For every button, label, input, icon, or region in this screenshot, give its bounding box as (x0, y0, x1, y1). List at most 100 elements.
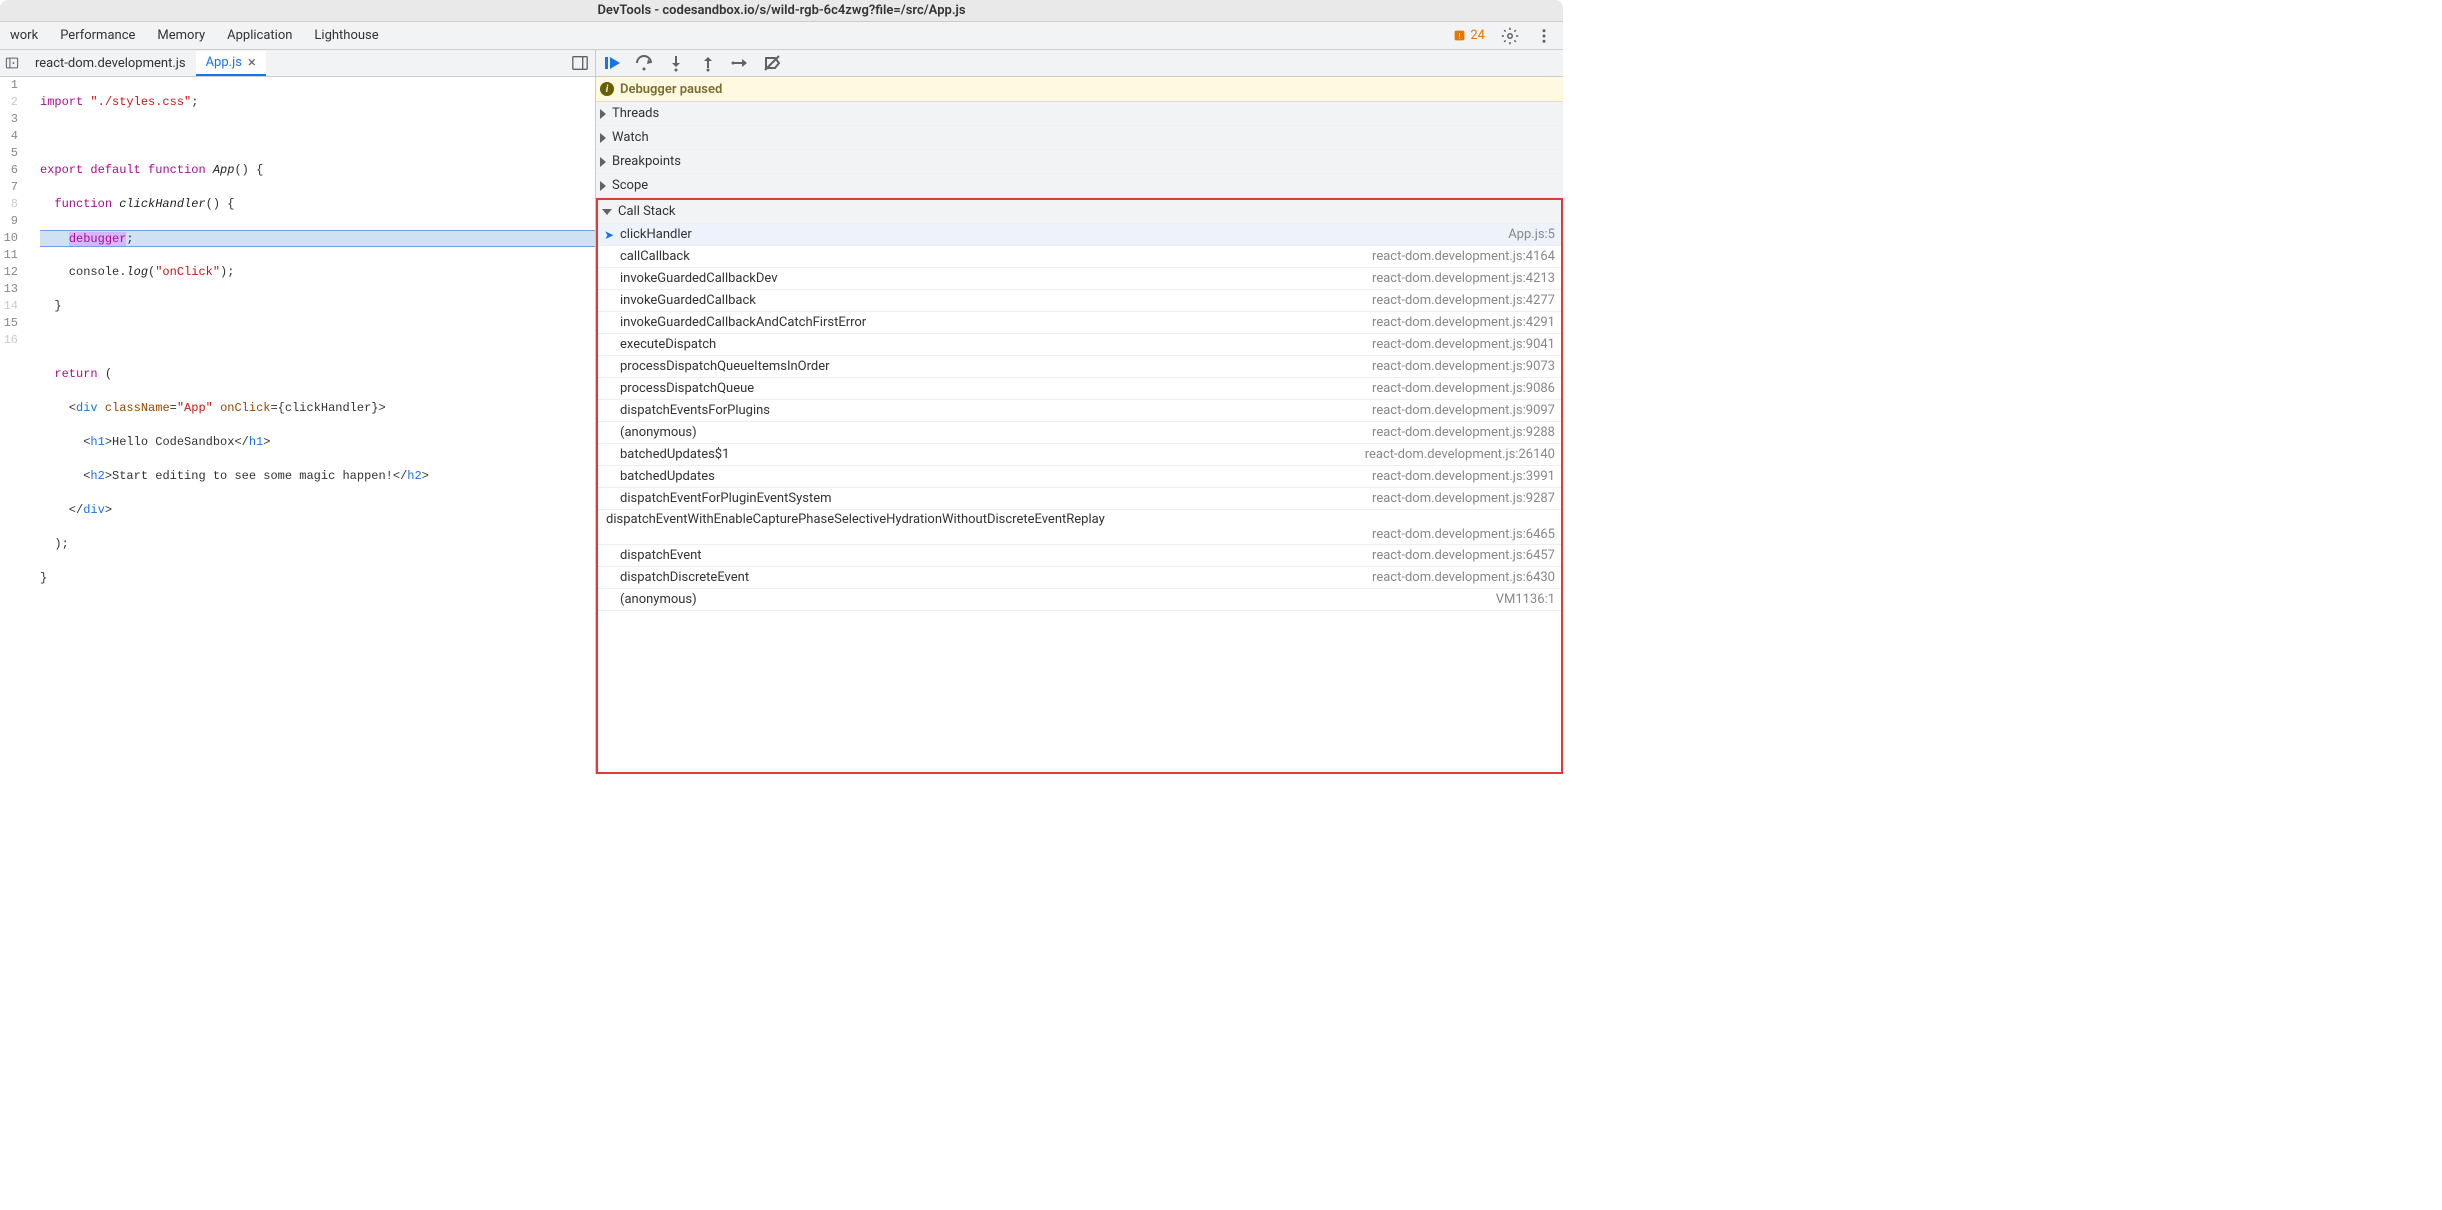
callstack-frame[interactable]: dispatchEventsForPluginsreact-dom.develo… (598, 400, 1561, 422)
callstack-frame[interactable]: processDispatchQueuereact-dom.developmen… (598, 378, 1561, 400)
section-threads[interactable]: Threads (596, 102, 1563, 126)
callstack-location: react-dom.development.js:9288 (1372, 425, 1555, 440)
callstack-location: VM1136:1 (1496, 592, 1555, 607)
callstack-function: dispatchEventWithEnableCapturePhaseSelec… (604, 512, 1555, 527)
tab-lighthouse[interactable]: Lighthouse (312, 24, 380, 47)
line-number[interactable]: 3 (0, 111, 34, 128)
tab-memory[interactable]: Memory (155, 24, 207, 47)
close-icon[interactable]: × (248, 55, 256, 70)
callstack-function: executeDispatch (618, 337, 1372, 352)
window-title: DevTools - codesandbox.io/s/wild-rgb-6c4… (597, 3, 965, 18)
callstack-list: ➤clickHandlerApp.js:5callCallbackreact-d… (598, 224, 1561, 611)
step-over-icon[interactable] (634, 53, 654, 73)
section-callstack[interactable]: Call Stack (598, 200, 1561, 224)
callstack-frame[interactable]: (anonymous)VM1136:1 (598, 589, 1561, 611)
expand-icon (600, 133, 606, 143)
callstack-location: react-dom.development.js:4277 (1372, 293, 1555, 308)
step-out-icon[interactable] (698, 53, 718, 73)
collapse-icon (602, 209, 612, 215)
deactivate-breakpoints-icon[interactable] (762, 53, 782, 73)
callstack-function: dispatchEventForPluginEventSystem (618, 491, 1372, 506)
line-number[interactable]: 4 (0, 128, 34, 145)
file-tab-app[interactable]: App.js × (196, 51, 266, 76)
step-into-icon[interactable] (666, 53, 686, 73)
callstack-function: processDispatchQueue (618, 381, 1372, 396)
settings-icon[interactable] (1501, 27, 1519, 45)
callstack-location: react-dom.development.js:3991 (1372, 469, 1555, 484)
callstack-frame[interactable]: batchedUpdates$1react-dom.development.js… (598, 444, 1561, 466)
line-number[interactable]: 7 (0, 179, 34, 196)
line-number[interactable]: 15 (0, 315, 34, 332)
callstack-location: react-dom.development.js:9287 (1372, 491, 1555, 506)
debugger-paused-bar: i Debugger paused (596, 77, 1563, 102)
callstack-function: invokeGuardedCallbackAndCatchFirstError (618, 315, 1372, 330)
callstack-location: react-dom.development.js:4291 (1372, 315, 1555, 330)
svg-text:!: ! (1459, 31, 1461, 41)
step-icon[interactable] (730, 53, 750, 73)
callstack-frame[interactable]: batchedUpdatesreact-dom.development.js:3… (598, 466, 1561, 488)
tab-network[interactable]: work (8, 24, 40, 47)
line-number[interactable]: 6 (0, 162, 34, 179)
toggle-sidebar-icon[interactable] (571, 54, 589, 72)
callstack-location: react-dom.development.js:9073 (1372, 359, 1555, 374)
callstack-frame[interactable]: dispatchEventWithEnableCapturePhaseSelec… (598, 510, 1561, 545)
line-number[interactable]: 12 (0, 264, 34, 281)
callstack-frame[interactable]: dispatchDiscreteEventreact-dom.developme… (598, 567, 1561, 589)
callstack-function: invokeGuardedCallback (618, 293, 1372, 308)
callstack-frame[interactable]: processDispatchQueueItemsInOrderreact-do… (598, 356, 1561, 378)
line-number[interactable]: 11 (0, 247, 34, 264)
line-number[interactable]: 16 (0, 332, 34, 349)
section-label: Breakpoints (612, 154, 681, 169)
section-watch[interactable]: Watch (596, 126, 1563, 150)
line-number[interactable]: 13 (0, 281, 34, 298)
line-number[interactable]: 5 (0, 145, 34, 162)
line-number[interactable]: 9 (0, 213, 34, 230)
tab-performance[interactable]: Performance (58, 24, 137, 47)
line-number[interactable]: 1 (0, 77, 34, 94)
code-editor[interactable]: 12345678910111213141516 import "./styles… (0, 77, 595, 774)
file-tabs: react-dom.development.js App.js × (0, 50, 595, 77)
warning-badge[interactable]: ! 24 (1453, 28, 1485, 43)
show-navigator-icon[interactable] (3, 54, 21, 72)
file-tab-react-dom[interactable]: react-dom.development.js (25, 52, 196, 75)
callstack-frame[interactable]: executeDispatchreact-dom.development.js:… (598, 334, 1561, 356)
callstack-location: react-dom.development.js:9097 (1372, 403, 1555, 418)
callstack-frame[interactable]: dispatchEventreact-dom.development.js:64… (598, 545, 1561, 567)
current-frame-icon: ➤ (604, 228, 618, 242)
code-content[interactable]: import "./styles.css"; export default fu… (40, 77, 595, 774)
callstack-function: dispatchDiscreteEvent (618, 570, 1372, 585)
tab-application[interactable]: Application (225, 24, 294, 47)
devtools-tabbar: work Performance Memory Application Ligh… (0, 22, 1563, 50)
callstack-highlight: Call Stack ➤clickHandlerApp.js:5callCall… (596, 198, 1563, 774)
expand-icon (600, 181, 606, 191)
section-label: Threads (612, 106, 659, 121)
callstack-function: processDispatchQueueItemsInOrder (618, 359, 1372, 374)
file-tab-label: react-dom.development.js (35, 56, 186, 71)
callstack-frame[interactable]: invokeGuardedCallbackAndCatchFirstErrorr… (598, 312, 1561, 334)
callstack-location: App.js:5 (1508, 227, 1555, 242)
callstack-frame[interactable]: (anonymous)react-dom.development.js:9288 (598, 422, 1561, 444)
line-number[interactable]: 8 (0, 196, 34, 213)
callstack-location: react-dom.development.js:6465 (604, 527, 1555, 542)
file-tab-label: App.js (206, 55, 242, 70)
debugger-paused-label: Debugger paused (620, 82, 722, 97)
expand-icon (600, 157, 606, 167)
callstack-frame[interactable]: dispatchEventForPluginEventSystemreact-d… (598, 488, 1561, 510)
section-scope[interactable]: Scope (596, 174, 1563, 198)
callstack-frame[interactable]: invokeGuardedCallbackreact-dom.developme… (598, 290, 1561, 312)
callstack-frame[interactable]: ➤clickHandlerApp.js:5 (598, 224, 1561, 246)
more-icon[interactable] (1535, 27, 1553, 45)
callstack-frame[interactable]: invokeGuardedCallbackDevreact-dom.develo… (598, 268, 1561, 290)
callstack-function: (anonymous) (618, 592, 1496, 607)
callstack-function: invokeGuardedCallbackDev (618, 271, 1372, 286)
line-number[interactable]: 14 (0, 298, 34, 315)
line-number[interactable]: 10 (0, 230, 34, 247)
callstack-location: react-dom.development.js:4164 (1372, 249, 1555, 264)
window-titlebar: DevTools - codesandbox.io/s/wild-rgb-6c4… (0, 0, 1563, 22)
callstack-function: clickHandler (618, 227, 1508, 242)
callstack-frame[interactable]: callCallbackreact-dom.development.js:416… (598, 246, 1561, 268)
section-breakpoints[interactable]: Breakpoints (596, 150, 1563, 174)
section-label: Scope (612, 178, 648, 193)
line-number[interactable]: 2 (0, 94, 34, 111)
resume-icon[interactable] (602, 53, 622, 73)
